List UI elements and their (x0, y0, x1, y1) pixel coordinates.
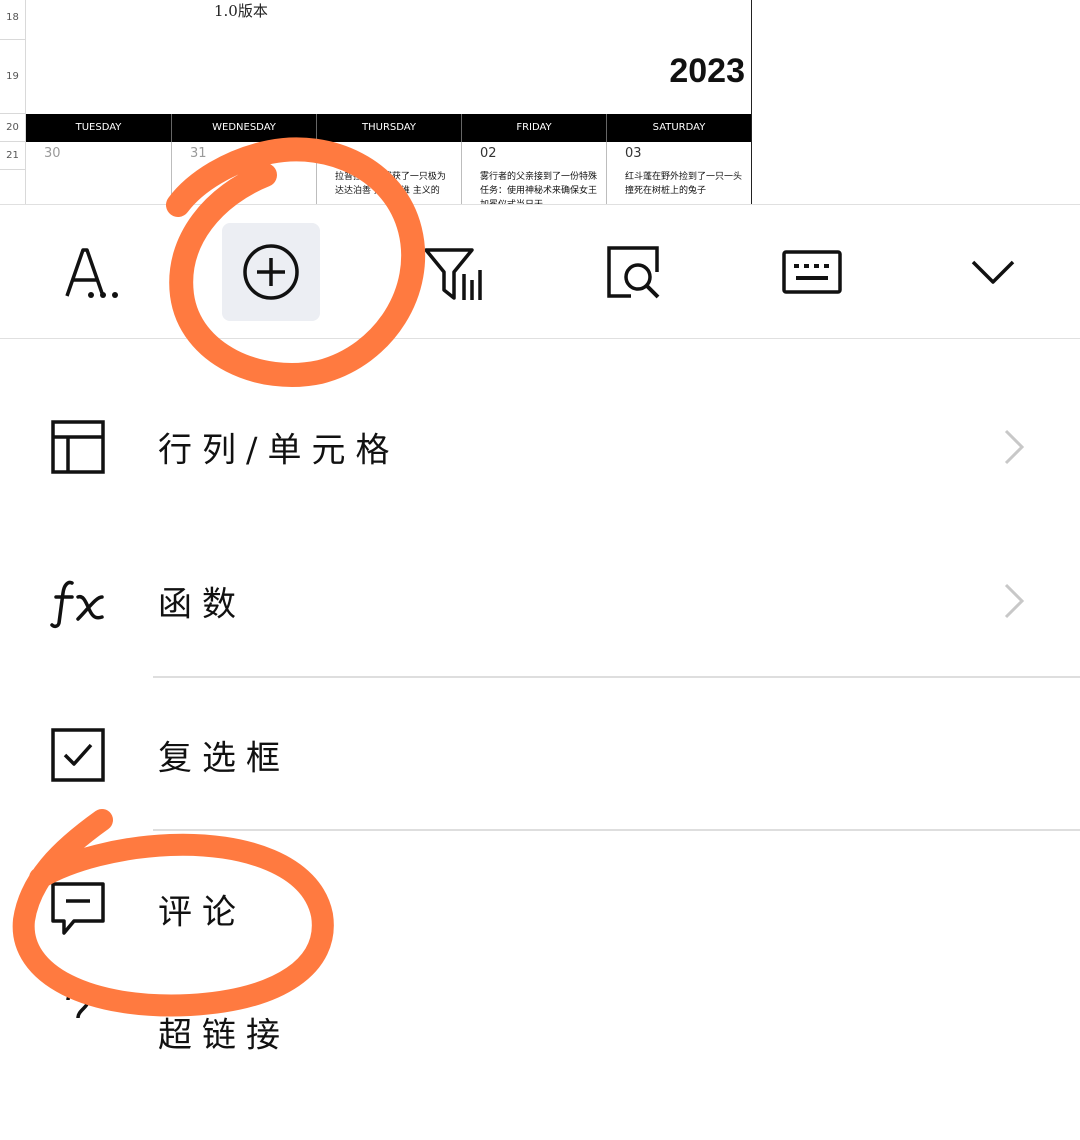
menu-item-function[interactable]: 函数 (0, 524, 1080, 678)
row-number[interactable]: 19 (0, 40, 25, 114)
menu-item-label: 函数 (158, 584, 246, 625)
date-cell[interactable]: 02 雾行者的父亲接到了一份特殊任务：使用神秘术来确保女王加冕仪式当日天 (461, 142, 606, 204)
row-number[interactable]: 20 (0, 114, 25, 142)
plus-circle-icon (243, 244, 299, 300)
weekday-header[interactable]: FRIDAY (461, 114, 606, 142)
insert-button[interactable] (222, 223, 320, 321)
event-text: 红斗蓬在野外捡到了一只一头撞死在树桩上的兔子 (625, 172, 743, 196)
chevron-right-icon (1004, 583, 1025, 619)
find-icon (607, 246, 660, 299)
collapse-button[interactable] (944, 223, 1042, 321)
menu-item-comment[interactable]: 评论 (0, 832, 1080, 986)
bottom-toolbar (0, 204, 1080, 339)
menu-item-label: 超链接 (158, 1015, 290, 1056)
menu-item-label: 复选框 (158, 738, 290, 779)
comment-icon (50, 881, 106, 937)
date-number: 02 (480, 146, 497, 161)
menu-item-hyperlink[interactable]: 超链接 (0, 986, 1080, 1140)
spreadsheet-preview[interactable]: 18 19 20 21 1.0版本 2023 TUESDAY WEDNESDAY… (0, 0, 1080, 204)
date-cell[interactable]: 03 红斗蓬在野外捡到了一只一头撞死在树桩上的兔子 (606, 142, 751, 204)
find-button[interactable] (584, 223, 682, 321)
date-cell[interactable]: 30 (26, 142, 171, 204)
weekday-header[interactable]: TUESDAY (26, 114, 171, 142)
date-number: 30 (44, 146, 61, 161)
weekday-header[interactable]: THURSDAY (316, 114, 461, 142)
filter-sort-icon (424, 248, 482, 300)
table-icon (50, 419, 106, 475)
weekday-header[interactable]: WEDNESDAY (171, 114, 316, 142)
row-number-column: 18 19 20 21 (0, 0, 26, 204)
text-format-icon (65, 248, 118, 298)
checkbox-icon (50, 727, 106, 783)
row-number[interactable]: 21 (0, 142, 25, 170)
date-cell[interactable]: 31 (171, 142, 316, 204)
version-label: 1.0版本 (214, 2, 268, 20)
date-cell[interactable]: 拉普拉 中心捕获了一只极为 达达泊善 并宣称谁 主义的 (316, 142, 461, 204)
menu-item-row-column-cell[interactable]: 行列/单元格 (0, 370, 1080, 524)
menu-item-label: 评论 (158, 892, 246, 933)
filter-sort-button[interactable] (405, 223, 503, 321)
keyboard-button[interactable] (763, 223, 861, 321)
chevron-right-icon (1004, 429, 1025, 465)
date-number: 03 (625, 146, 642, 161)
menu-divider (153, 829, 1080, 831)
menu-item-checkbox[interactable]: 复选框 (0, 678, 1080, 832)
weekday-header[interactable]: SATURDAY (606, 114, 751, 142)
insert-menu: 行列/单元格 函数 复选框 评论 超链接 (0, 340, 1080, 1056)
link-icon (50, 986, 106, 1042)
function-fx-icon (50, 573, 106, 629)
weekday-header-row: TUESDAY WEDNESDAY THURSDAY FRIDAY SATURD… (26, 114, 751, 142)
calendar-sheet: 1.0版本 2023 TUESDAY WEDNESDAY THURSDAY FR… (26, 0, 752, 204)
date-number: 31 (190, 146, 207, 161)
text-format-button[interactable] (44, 223, 142, 321)
chevron-down-icon (971, 260, 1015, 284)
menu-item-label: 行列/单元格 (158, 430, 400, 471)
year-title: 2023 (669, 52, 745, 90)
row-number[interactable]: 18 (0, 0, 25, 40)
event-text: 拉普拉 中心捕获了一只极为 达达泊善 并宣称谁 主义的 (335, 172, 446, 196)
event-text: 雾行者的父亲接到了一份特殊任务：使用神秘术来确保女王加冕仪式当日天 (480, 172, 598, 204)
keyboard-icon (782, 250, 842, 294)
